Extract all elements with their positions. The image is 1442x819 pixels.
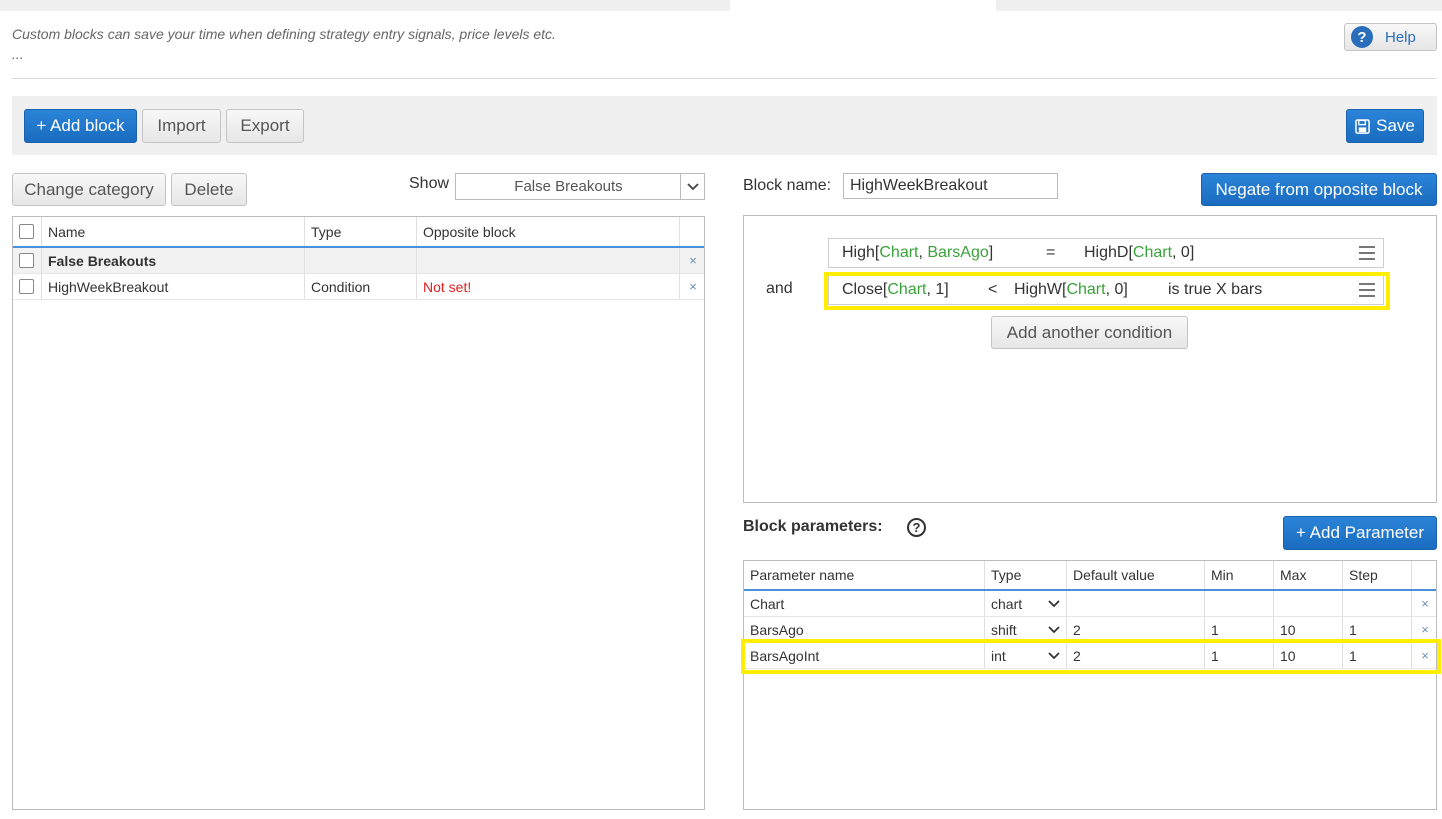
operator[interactable]: = (1046, 244, 1055, 262)
negate-button[interactable]: Negate from opposite block (1201, 173, 1437, 206)
save-label: Save (1376, 116, 1415, 135)
add-block-button[interactable]: + Add block (24, 109, 137, 143)
col-opposite: Opposite block (416, 217, 679, 246)
question-help-icon[interactable]: ? (907, 518, 926, 537)
remove-param-icon[interactable]: × (1411, 591, 1438, 616)
col-default-value: Default value (1066, 561, 1204, 589)
col-step: Step (1342, 561, 1411, 589)
highlight-box (824, 272, 1390, 310)
block-parameters-label: Block parameters: (743, 518, 883, 535)
block-name-label: Block name: (743, 177, 832, 194)
row-type: Condition (304, 274, 416, 299)
export-button[interactable]: Export (226, 109, 304, 143)
remove-row-icon[interactable]: × (679, 248, 706, 273)
toolbar: + Add block Import Export Save (12, 96, 1437, 155)
chevron-down-icon (1048, 599, 1060, 607)
parameters-table-header: Parameter name Type Default value Min Ma… (744, 561, 1436, 591)
param-default[interactable] (1066, 591, 1204, 616)
row-opposite: Not set! (416, 274, 679, 299)
top-tab-strip-right (996, 0, 1442, 11)
help-label: Help (1385, 28, 1416, 46)
floppy-disk-icon (1355, 118, 1370, 134)
divider (12, 78, 1437, 79)
parameters-table: Parameter name Type Default value Min Ma… (743, 560, 1437, 810)
add-condition-button[interactable]: Add another condition (991, 316, 1188, 349)
intro-text: Custom blocks can save your time when de… (12, 24, 556, 64)
col-type: Type (304, 217, 416, 246)
col-name: Name (41, 217, 304, 246)
select-all-checkbox[interactable] (19, 224, 34, 239)
param-max[interactable] (1273, 591, 1342, 616)
category-select[interactable]: False Breakouts (455, 173, 705, 200)
blocks-table: Name Type Opposite block False Breakouts… (12, 216, 705, 810)
condition-row-1[interactable]: High[Chart, BarsAgo] = HighD[Chart, 0] (828, 238, 1384, 268)
col-type: Type (984, 561, 1066, 589)
hamburger-menu-icon[interactable] (1359, 246, 1375, 264)
param-type-select[interactable]: chart (984, 591, 1066, 616)
top-tab-strip-left (0, 0, 730, 11)
show-label: Show (409, 175, 450, 192)
col-max: Max (1273, 561, 1342, 589)
param-min[interactable] (1204, 591, 1273, 616)
intro-line-2: ... (12, 46, 24, 62)
row-checkbox[interactable] (19, 279, 34, 294)
table-row[interactable]: Chart chart × (744, 591, 1436, 617)
row-name: False Breakouts (41, 248, 304, 273)
import-button[interactable]: Import (142, 109, 221, 143)
param-chart[interactable]: Chart (879, 244, 918, 261)
add-parameter-button[interactable]: + Add Parameter (1283, 516, 1437, 550)
delete-button[interactable]: Delete (171, 173, 247, 206)
blocks-table-header: Name Type Opposite block (13, 217, 704, 248)
row-opposite (416, 248, 679, 273)
col-parameter-name: Parameter name (750, 567, 855, 583)
chevron-down-icon (1048, 625, 1060, 633)
param-name[interactable]: Chart (744, 591, 984, 616)
question-circle-icon: ? (1351, 26, 1373, 48)
row-type (304, 248, 416, 273)
highlight-box (741, 639, 1441, 674)
col-min: Min (1204, 561, 1273, 589)
table-row[interactable]: False Breakouts × (13, 248, 704, 274)
param-step[interactable] (1342, 591, 1411, 616)
change-category-button[interactable]: Change category (12, 173, 166, 206)
help-button[interactable]: ? Help (1344, 23, 1437, 51)
chevron-down-icon[interactable] (680, 174, 704, 199)
intro-line-1: Custom blocks can save your time when de… (12, 26, 556, 42)
table-row[interactable]: HighWeekBreakout Condition Not set! × (13, 274, 704, 300)
param-chart[interactable]: Chart (1133, 244, 1172, 261)
row-checkbox[interactable] (19, 253, 34, 268)
save-button[interactable]: Save (1346, 109, 1424, 143)
remove-row-icon[interactable]: × (679, 274, 706, 299)
param-barsago[interactable]: BarsAgo (927, 244, 988, 261)
block-name-input[interactable]: HighWeekBreakout (843, 173, 1058, 199)
category-select-value: False Breakouts (514, 178, 623, 195)
and-label: and (766, 280, 793, 297)
row-name: HighWeekBreakout (41, 274, 304, 299)
conditions-panel: High[Chart, BarsAgo] = HighD[Chart, 0] a… (743, 215, 1437, 503)
